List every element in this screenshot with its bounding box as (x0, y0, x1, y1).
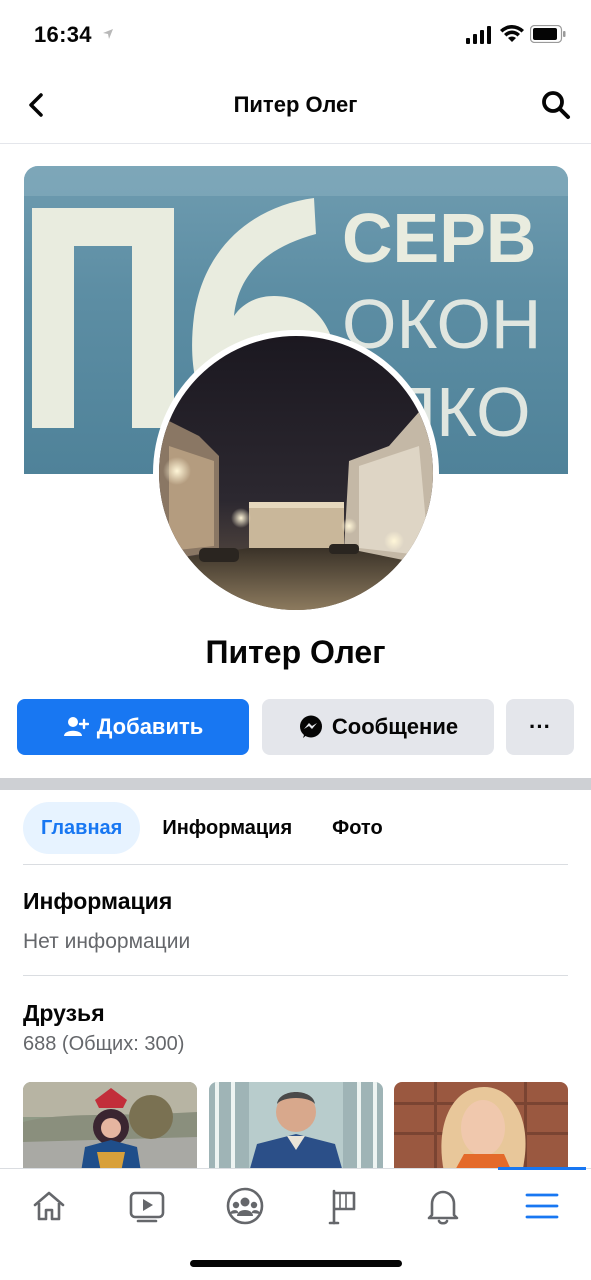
nav-bar: Питер Олег (0, 70, 591, 144)
message-button[interactable]: Сообщение (262, 699, 494, 755)
wifi-icon (500, 25, 524, 42)
cellular-signal-icon (466, 26, 491, 44)
friend-thumbnail[interactable] (209, 1082, 383, 1172)
profile-avatar[interactable] (153, 330, 439, 616)
status-time: 16:34 (34, 22, 92, 47)
bottom-tab-groups[interactable] (222, 1183, 268, 1229)
location-arrow-icon (103, 29, 113, 39)
info-title: Информация (23, 888, 173, 914)
status-bar: 16:34 (0, 0, 591, 70)
divider (23, 864, 568, 865)
tab-photos[interactable]: Фото (314, 802, 401, 854)
notifications-bell-icon (427, 1190, 459, 1225)
menu-icon (525, 1193, 559, 1219)
messenger-icon (299, 715, 322, 738)
friend-photo-2 (209, 1082, 383, 1172)
message-label: Сообщение (331, 714, 459, 739)
divider (23, 975, 568, 976)
home-icon (33, 1191, 65, 1221)
friend-thumbnail[interactable] (394, 1082, 568, 1172)
friends-count: 688 (Общих: 300) (23, 1033, 185, 1055)
avatar-image (159, 336, 433, 610)
more-options-button[interactable]: ··· (506, 699, 574, 755)
tab-main[interactable]: Главная (23, 802, 141, 854)
watch-icon (129, 1191, 165, 1223)
bottom-tab-watch[interactable] (124, 1183, 170, 1229)
bottom-tab-menu[interactable] (519, 1183, 565, 1229)
search-button[interactable] (539, 88, 573, 122)
groups-icon (226, 1187, 264, 1225)
bottom-tab-notifications[interactable] (420, 1183, 466, 1229)
bottom-tab-home[interactable] (26, 1183, 72, 1229)
friend-thumbnail[interactable] (23, 1082, 197, 1172)
pages-flag-icon (328, 1189, 356, 1225)
search-icon (542, 91, 570, 119)
tab-info[interactable]: Информация (144, 802, 310, 854)
add-friend-button[interactable]: Добавить (17, 699, 249, 755)
profile-name: Питер Олег (205, 634, 386, 670)
profile-tabs: Главная Информация Фото (23, 802, 405, 854)
friend-photo-1 (23, 1082, 197, 1172)
info-empty-text: Нет информации (23, 930, 191, 953)
active-tab-indicator (498, 1167, 586, 1170)
friend-photo-3 (394, 1082, 568, 1172)
battery-icon (530, 25, 566, 43)
nav-title: Питер Олег (233, 92, 358, 117)
more-options-label: ··· (529, 714, 551, 739)
add-friend-icon (63, 717, 89, 736)
bottom-tab-pages[interactable] (320, 1183, 366, 1229)
section-divider (0, 778, 591, 790)
home-indicator (190, 1260, 402, 1267)
add-friend-label: Добавить (96, 714, 204, 739)
cover-line-1: СЕРВ (342, 199, 536, 277)
friends-title[interactable]: Друзья (23, 1000, 105, 1027)
